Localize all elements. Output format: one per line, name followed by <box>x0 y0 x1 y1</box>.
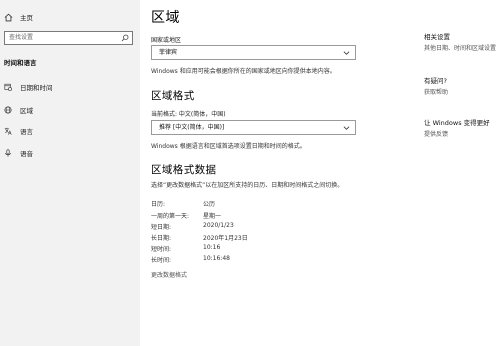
region-format-data-heading: 区域格式数据 <box>151 164 217 176</box>
region-format-dropdown[interactable]: 推荐 [中文(简体，中国)] <box>151 120 356 135</box>
format-description: Windows 根据语言和区域首选项设置日期和时间的格式。 <box>151 143 306 150</box>
chevron-down-icon <box>343 126 350 130</box>
format-data-value: 2020/1/23 <box>203 222 234 229</box>
calendar-clock-icon <box>4 83 12 91</box>
sidebar-item-language[interactable]: 语言 <box>4 126 33 136</box>
country-description: Windows 和应用可能会根据你所在的国家或地区向你提供本地内容。 <box>151 68 336 75</box>
format-data-value: 2020年1月23日 <box>203 235 248 242</box>
country-value: 菲律宾 <box>159 49 178 56</box>
search-icon[interactable] <box>121 34 129 42</box>
home-icon <box>4 13 13 21</box>
change-data-format-link[interactable]: 更改数据格式 <box>151 270 187 279</box>
search-placeholder: 查找设置 <box>9 34 34 41</box>
format-data-row: 日历: 公历 <box>151 199 291 208</box>
sidebar-item-label: 语音 <box>20 150 33 158</box>
additional-settings-link[interactable]: 其他日期、时间和区域设置 <box>424 43 496 52</box>
country-region-dropdown[interactable]: 菲律宾 <box>151 45 356 60</box>
related-settings-heading: 相关设置 <box>424 33 450 41</box>
format-data-row: 短时间: 10:16 <box>151 244 291 253</box>
format-data-value: 10:16:48 <box>203 255 230 262</box>
help-heading: 有疑问? <box>424 77 447 85</box>
region-format-heading: 区域格式 <box>151 90 195 102</box>
format-data-key: 短时间: <box>151 246 172 253</box>
format-data-value: 公历 <box>203 201 216 208</box>
improve-windows-heading: 让 Windows 变得更好 <box>424 119 490 127</box>
format-data-row: 长时间: 10:16:48 <box>151 255 291 264</box>
settings-search-input[interactable]: 查找设置 <box>4 31 133 45</box>
get-help-link[interactable]: 获取帮助 <box>424 87 448 96</box>
microphone-icon <box>5 149 11 157</box>
format-data-key: 长时间: <box>151 257 172 264</box>
page-title: 区域 <box>151 10 180 26</box>
sidebar-item-region[interactable]: 区域 <box>4 105 33 115</box>
format-data-value: 星期一 <box>203 213 222 220</box>
sidebar-item-date-time[interactable]: 日期和时间 <box>4 82 53 92</box>
format-data-row: 一周的第一天: 星期一 <box>151 211 291 220</box>
home-label: 主页 <box>20 14 33 22</box>
current-format-label: 当前格式: 中文(简体，中国) <box>151 111 226 118</box>
format-data-row: 短日期: 2020/1/23 <box>151 222 291 231</box>
format-value: 推荐 [中文(简体，中国)] <box>159 124 225 131</box>
format-data-value: 10:16 <box>203 244 221 251</box>
country-label: 国家或地区 <box>151 37 182 44</box>
sidebar-item-label: 语言 <box>20 128 33 136</box>
sidebar-item-label: 区域 <box>20 107 33 115</box>
navigation-pane: 主页 查找设置 时间和语言 日期和时间 区域 语言 语音 <box>0 0 140 346</box>
sidebar-item-speech[interactable]: 语音 <box>4 148 33 158</box>
format-data-row: 长日期: 2020年1月23日 <box>151 233 291 242</box>
format-data-key: 日历: <box>151 201 166 208</box>
section-title: 时间和语言 <box>4 59 37 67</box>
sidebar-item-label: 日期和时间 <box>20 84 53 92</box>
give-feedback-link[interactable]: 提供反馈 <box>424 129 448 138</box>
format-data-key: 一周的第一天: <box>151 213 190 220</box>
globe-icon <box>4 106 12 114</box>
format-data-description: 选择“更改数据格式”以在加区所支持的日历、日期和时间格式之间切换。 <box>151 182 344 189</box>
language-icon <box>4 127 12 135</box>
chevron-down-icon <box>343 51 350 55</box>
format-data-key: 长日期: <box>151 235 172 242</box>
format-data-key: 短日期: <box>151 224 172 231</box>
home-nav-item[interactable]: 主页 <box>4 12 33 22</box>
